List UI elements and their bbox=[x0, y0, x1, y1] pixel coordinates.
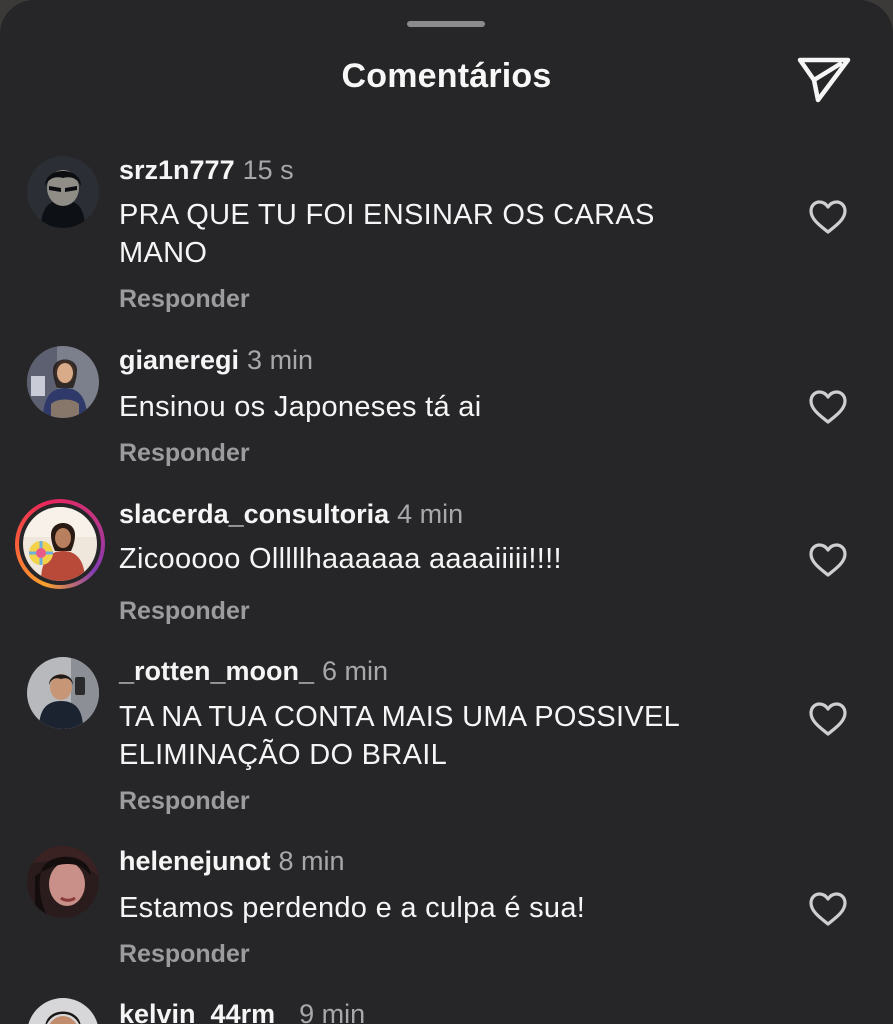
share-button[interactable] bbox=[796, 52, 854, 106]
reply-button[interactable]: Responder bbox=[119, 597, 250, 626]
heart-outline-icon bbox=[809, 543, 847, 577]
comment-header: slacerda_consultoria 4 min bbox=[119, 499, 463, 530]
comment-username[interactable]: gianeregi bbox=[119, 345, 239, 375]
comments-sheet: Comentários srz1n777 15 s PRA QUE TU FOI … bbox=[0, 0, 893, 1024]
avatar bbox=[23, 507, 97, 581]
avatar[interactable] bbox=[27, 998, 99, 1024]
page-title: Comentários bbox=[341, 57, 552, 95]
avatar[interactable] bbox=[27, 156, 99, 228]
story-ring[interactable] bbox=[15, 499, 105, 589]
comment-header: _rotten_moon_ 6 min bbox=[119, 656, 388, 687]
comment-username[interactable]: helenejunot bbox=[119, 846, 271, 876]
comment-text: Ensinou os Japoneses tá ai bbox=[119, 391, 482, 423]
like-button[interactable] bbox=[808, 389, 848, 425]
comment-text: Estamos perdendo e a culpa é sua! bbox=[119, 892, 586, 924]
comment-username[interactable]: kelvin_44rm bbox=[119, 999, 275, 1024]
avatar[interactable] bbox=[27, 846, 99, 918]
like-button[interactable] bbox=[808, 701, 848, 737]
comment-time: 4 min bbox=[397, 499, 464, 529]
avatar[interactable] bbox=[27, 657, 99, 729]
heart-outline-icon bbox=[809, 892, 847, 926]
comment-username[interactable]: slacerda_consultoria bbox=[119, 499, 389, 529]
like-button[interactable] bbox=[808, 891, 848, 927]
comment-username[interactable]: srz1n777 bbox=[119, 155, 235, 185]
comment-username[interactable]: _rotten_moon_ bbox=[119, 656, 314, 686]
comment-time: 15 s bbox=[242, 155, 294, 185]
comment-header: kelvin_44rm 9 min bbox=[119, 999, 365, 1024]
comment-time: 9 min bbox=[299, 999, 366, 1024]
avatar[interactable] bbox=[27, 346, 99, 418]
like-button[interactable] bbox=[808, 542, 848, 578]
comment-time: 8 min bbox=[278, 846, 345, 876]
comment-time: 6 min bbox=[322, 656, 389, 686]
comment-header: srz1n777 15 s bbox=[119, 155, 294, 186]
comment-text: Zicooooo Olllllhaaaaaa aaaaiiiii!!!! bbox=[119, 543, 562, 575]
reply-button[interactable]: Responder bbox=[119, 940, 250, 969]
comment-text: TA NA TUA CONTA MAIS UMA POSSIVEL ELIMIN… bbox=[119, 701, 679, 771]
like-button[interactable] bbox=[808, 199, 848, 235]
sheet-drag-handle[interactable] bbox=[407, 21, 485, 27]
comment-text: PRA QUE TU FOI ENSINAR OS CARAS MANO bbox=[119, 199, 655, 269]
paper-plane-icon bbox=[797, 57, 851, 103]
comment-time: 3 min bbox=[247, 345, 314, 375]
reply-button[interactable]: Responder bbox=[119, 787, 250, 816]
reply-button[interactable]: Responder bbox=[119, 439, 250, 468]
comment-header: helenejunot 8 min bbox=[119, 846, 345, 877]
comment-header: gianeregi 3 min bbox=[119, 345, 313, 376]
heart-outline-icon bbox=[809, 200, 847, 234]
heart-outline-icon bbox=[809, 702, 847, 736]
heart-outline-icon bbox=[809, 390, 847, 424]
reply-button[interactable]: Responder bbox=[119, 285, 250, 314]
